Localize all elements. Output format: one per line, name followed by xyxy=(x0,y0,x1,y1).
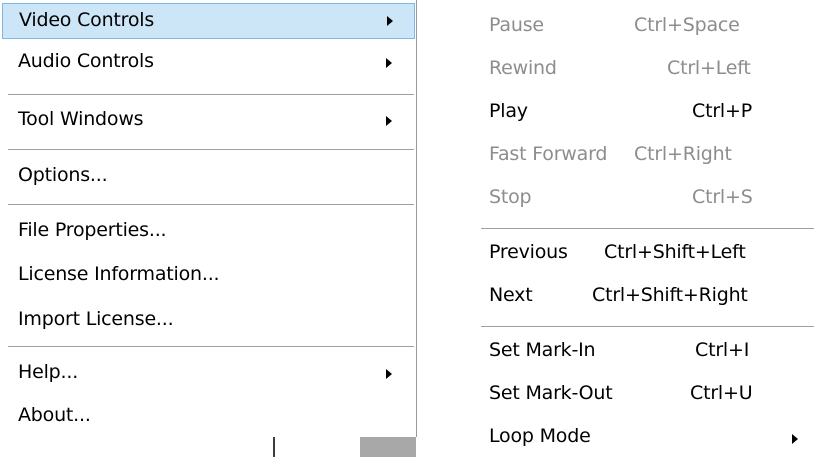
menu-item-label: Import License... xyxy=(18,308,174,330)
background-segment xyxy=(275,437,360,457)
shortcut-text: Ctrl+S xyxy=(692,186,753,208)
submenu-item-label: Loop Mode xyxy=(489,425,591,447)
submenu-item-label: Rewind xyxy=(489,57,557,79)
shortcut-text: Ctrl+P xyxy=(692,100,752,122)
submenu-item-fast-forward[interactable]: Fast Forward Ctrl+Right xyxy=(470,143,814,179)
submenu-item-label: Fast Forward xyxy=(489,143,608,165)
background-segment xyxy=(0,437,273,457)
menu-item-about[interactable]: About... xyxy=(0,398,414,434)
menu-item-audio-controls[interactable]: Audio Controls xyxy=(0,44,414,80)
submenu-item-set-mark-in[interactable]: Set Mark-In Ctrl+I xyxy=(470,339,814,375)
menu-separator xyxy=(481,326,814,327)
background-segment xyxy=(360,437,416,457)
submenu-item-label: Set Mark-In xyxy=(489,339,596,361)
menu-item-label: Options... xyxy=(18,164,108,186)
submenu-item-stop[interactable]: Stop Ctrl+S xyxy=(470,186,814,222)
submenu-item-label: Play xyxy=(489,100,528,122)
shortcut-text: Ctrl+Left xyxy=(667,57,751,79)
submenu-item-loop-mode[interactable]: Loop Mode xyxy=(470,425,814,457)
menu-separator xyxy=(8,149,414,150)
shortcut-text: Ctrl+Shift+Left xyxy=(604,241,746,263)
submenu-arrow-icon xyxy=(792,434,798,444)
main-menu: Video Controls Audio Controls Tool Windo… xyxy=(0,0,417,437)
background-window-strip xyxy=(0,437,416,457)
menu-item-video-controls[interactable]: Video Controls xyxy=(2,3,415,39)
menu-item-import-license[interactable]: Import License... xyxy=(0,302,414,338)
menu-item-options[interactable]: Options... xyxy=(0,158,414,194)
submenu-item-label: Stop xyxy=(489,186,532,208)
menu-item-label: Tool Windows xyxy=(18,108,144,130)
menu-item-label: Audio Controls xyxy=(18,50,154,72)
submenu-item-set-mark-out[interactable]: Set Mark-Out Ctrl+U xyxy=(470,382,814,418)
submenu-item-rewind[interactable]: Rewind Ctrl+Left xyxy=(470,57,814,93)
menu-item-label: License Information... xyxy=(18,263,220,285)
menu-separator xyxy=(8,204,414,205)
submenu-item-label: Next xyxy=(489,284,533,306)
submenu-item-previous[interactable]: Previous Ctrl+Shift+Left xyxy=(470,241,814,277)
menu-item-label: Video Controls xyxy=(19,9,155,31)
submenu-item-next[interactable]: Next Ctrl+Shift+Right xyxy=(470,284,814,320)
shortcut-text: Ctrl+U xyxy=(690,382,753,404)
submenu-arrow-icon xyxy=(386,369,392,379)
menu-item-file-properties[interactable]: File Properties... xyxy=(0,213,414,249)
shortcut-text: Ctrl+I xyxy=(695,339,750,361)
submenu-arrow-icon xyxy=(387,16,393,26)
menu-item-license-information[interactable]: License Information... xyxy=(0,257,414,293)
submenu-item-label: Pause xyxy=(489,14,544,36)
shortcut-text: Ctrl+Shift+Right xyxy=(592,284,748,306)
menu-item-help[interactable]: Help... xyxy=(0,355,414,391)
menu-item-label: File Properties... xyxy=(18,219,167,241)
video-controls-submenu: Pause Ctrl+Space Rewind Ctrl+Left Play C… xyxy=(470,0,814,457)
submenu-arrow-icon xyxy=(386,116,392,126)
menu-item-label: Help... xyxy=(18,361,79,383)
submenu-item-play[interactable]: Play Ctrl+P xyxy=(470,100,814,136)
menu-separator xyxy=(8,94,414,95)
menu-item-label: About... xyxy=(18,404,91,426)
menu-separator xyxy=(8,346,414,347)
submenu-item-label: Set Mark-Out xyxy=(489,382,613,404)
menu-separator xyxy=(481,228,814,229)
menu-item-tool-windows[interactable]: Tool Windows xyxy=(0,102,414,138)
shortcut-text: Ctrl+Right xyxy=(634,143,732,165)
submenu-item-pause[interactable]: Pause Ctrl+Space xyxy=(470,14,814,50)
shortcut-text: Ctrl+Space xyxy=(634,14,740,36)
submenu-item-label: Previous xyxy=(489,241,568,263)
context-menu-screen: Video Controls Audio Controls Tool Windo… xyxy=(0,0,814,457)
submenu-arrow-icon xyxy=(386,58,392,68)
